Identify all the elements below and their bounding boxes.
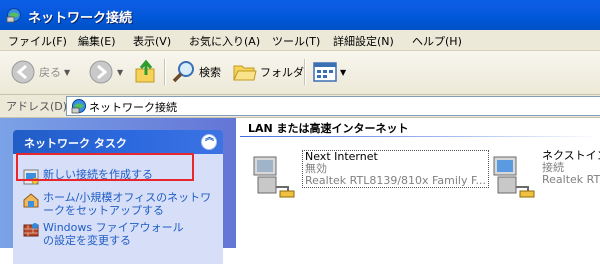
task-setup-home-network-label: ホーム/小規模オフィスのネットワークをセットアップする bbox=[43, 191, 212, 217]
highlight-box bbox=[16, 153, 194, 181]
window-title: ネットワーク接続 bbox=[28, 11, 133, 26]
task-firewall-settings-label: Windows ファイアウォールの設定を変更する bbox=[43, 221, 184, 247]
menu-help[interactable]: ヘルプ(H) bbox=[412, 33, 462, 49]
network-connections-icon bbox=[71, 99, 86, 114]
folders-label: フォルダ bbox=[260, 66, 304, 79]
search-icon bbox=[172, 61, 194, 83]
views-button[interactable]: ▼ bbox=[313, 57, 346, 87]
back-label: 戻る bbox=[39, 66, 61, 79]
up-folder-icon bbox=[135, 59, 155, 83]
menu-edit[interactable]: 編集(E) bbox=[78, 33, 116, 49]
views-icon bbox=[313, 62, 337, 82]
collapse-icon[interactable]: ︽ bbox=[201, 134, 217, 150]
back-dropdown-icon[interactable]: ▼ bbox=[64, 68, 70, 77]
up-folder-button[interactable] bbox=[134, 57, 158, 87]
toolbar-separator bbox=[304, 59, 306, 85]
back-arrow-icon bbox=[11, 60, 35, 84]
menu-bar: ファイル(F) 編集(E) 表示(V) お気に入り(A) ツール(T) 詳細設定… bbox=[0, 30, 600, 51]
menu-favorites[interactable]: お気に入り(A) bbox=[189, 33, 260, 49]
views-dropdown-icon[interactable]: ▼ bbox=[340, 68, 346, 77]
menu-tools[interactable]: ツール(T) bbox=[272, 33, 320, 49]
connection-info: Next Internet 無効 Realtek RTL8139/810x Fa… bbox=[302, 150, 489, 188]
folder-icon bbox=[233, 65, 257, 81]
lan-connection-icon bbox=[253, 156, 295, 198]
address-bar: アドレス(D) ネットワーク接続 bbox=[0, 95, 600, 118]
connection-name: Next Internet bbox=[305, 150, 378, 163]
toolbar-separator bbox=[164, 59, 166, 85]
connection-device: Realtek RTL8139/810x Family F... bbox=[305, 174, 486, 187]
address-input[interactable]: ネットワーク接続 bbox=[66, 96, 600, 116]
back-button[interactable]: 戻る ▼ bbox=[10, 57, 70, 87]
group-title: LAN または高速インターネット bbox=[248, 122, 409, 135]
connections-view: LAN または高速インターネット Next Internet 無効 Realte… bbox=[236, 118, 600, 248]
menu-file[interactable]: ファイル(F) bbox=[8, 33, 67, 49]
network-connections-icon bbox=[6, 8, 21, 23]
network-tasks-header[interactable]: ネットワーク タスク ︽ bbox=[13, 130, 223, 154]
folders-button[interactable]: フォルダ bbox=[233, 57, 304, 87]
forward-dropdown-icon[interactable]: ▼ bbox=[117, 68, 123, 77]
title-bar[interactable]: ネットワーク接続 bbox=[0, 0, 600, 30]
address-label: アドレス(D) bbox=[6, 100, 68, 113]
forward-arrow-icon bbox=[89, 60, 113, 84]
menu-advanced[interactable]: 詳細設定(N) bbox=[333, 33, 394, 49]
connection-device: Realtek RTL bbox=[542, 173, 600, 186]
firewall-icon bbox=[23, 223, 39, 237]
task-pane: ネットワーク タスク ︽ 新しい接続を作成する ホーム/小規模オフィスのネットワ… bbox=[0, 118, 236, 264]
group-divider bbox=[240, 136, 600, 137]
toolbar: 戻る ▼ ▼ 検索 フォルダ ▼ bbox=[0, 51, 600, 95]
search-button[interactable]: 検索 bbox=[172, 57, 221, 87]
forward-button[interactable]: ▼ bbox=[88, 57, 123, 87]
address-value: ネットワーク接続 bbox=[89, 101, 177, 114]
lan-connection-icon bbox=[493, 156, 535, 198]
search-label: 検索 bbox=[199, 66, 221, 79]
network-tasks-panel: ネットワーク タスク ︽ 新しい接続を作成する ホーム/小規模オフィスのネットワ… bbox=[13, 130, 223, 264]
menu-view[interactable]: 表示(V) bbox=[133, 33, 171, 49]
connection-info: ネクストインタ 接続 Realtek RTL bbox=[542, 150, 600, 186]
network-tasks-title: ネットワーク タスク bbox=[24, 137, 127, 150]
home-network-icon bbox=[23, 193, 39, 208]
